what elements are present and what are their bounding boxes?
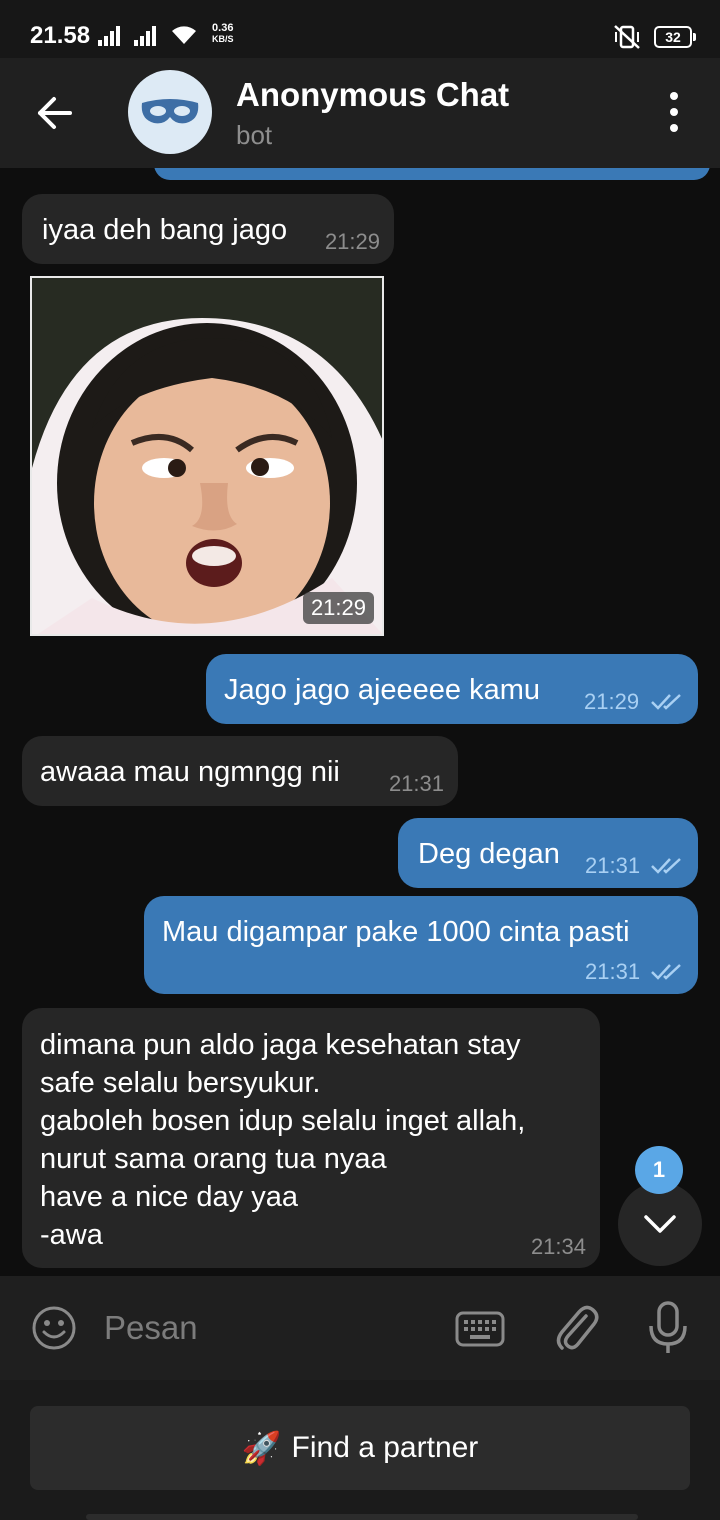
double-check-icon (651, 858, 681, 874)
paperclip-icon (556, 1305, 599, 1350)
message-bubble-outgoing[interactable]: Jago jago ajeeeee kamu 21:29 (206, 654, 698, 724)
more-vertical-icon (670, 92, 678, 100)
message-text: awaaa mau ngmngg nii (40, 756, 340, 788)
message-time: 21:31 (388, 771, 444, 796)
more-vertical-icon-dot (670, 108, 678, 116)
message-bubble-outgoing[interactable]: Deg degan 21:31 (398, 818, 698, 888)
back-button[interactable] (30, 88, 80, 138)
chat-title[interactable]: Anonymous Chat (236, 76, 509, 114)
vibrate-off-icon (614, 25, 640, 49)
message-text: Deg degan (418, 838, 560, 870)
attach-button[interactable] (552, 1302, 600, 1354)
keyboard-icon (455, 1311, 505, 1347)
message-text: Mau digampar pake 1000 cinta pasti (162, 916, 630, 948)
rocket-icon: 🚀 (241, 1430, 282, 1466)
network-speed-value: 0.36 (212, 22, 234, 34)
message-time: 21:31 (585, 959, 641, 984)
voice-record-button[interactable] (644, 1300, 692, 1356)
chat-subtitle: bot (236, 120, 273, 150)
message-bubble-incoming[interactable]: dimana pun aldo jaga kesehatan stay safe… (22, 1008, 600, 1268)
network-speed: 0.36 KB/S (212, 23, 234, 45)
message-list[interactable]: iyaa deh bang jago 21:29 21:29 Jago jago… (0, 168, 720, 1276)
message-time: 21:31 (585, 853, 641, 878)
message-input[interactable] (104, 1304, 424, 1352)
mask-icon (141, 99, 199, 124)
status-time: 21.58 (30, 22, 91, 49)
battery-icon: 32 (654, 26, 696, 48)
bot-keyboard: 🚀 Find a partner (0, 1380, 720, 1520)
sticker-image[interactable]: 21:29 (30, 276, 384, 636)
message-time: 21:29 (584, 689, 640, 714)
more-options-button[interactable] (664, 92, 684, 132)
signal-icon (134, 26, 156, 46)
chat-header: Anonymous Chat bot (0, 58, 720, 168)
message-text: iyaa deh bang jago (42, 214, 288, 246)
message-bubble-incoming[interactable]: iyaa deh bang jago 21:29 (22, 194, 394, 264)
message-text: dimana pun aldo jaga kesehatan stay safe… (40, 1029, 526, 1251)
previous-message-bubble (154, 168, 710, 180)
signal-icon (98, 26, 120, 46)
sticker-face (32, 278, 382, 634)
status-bar: 21.58 0.36 KB/S 32 (0, 0, 720, 58)
unread-badge: 1 (635, 1146, 683, 1194)
microphone-icon (649, 1301, 687, 1353)
smiley-icon (32, 1306, 76, 1350)
find-partner-label: Find a partner (291, 1431, 479, 1464)
message-bubble-outgoing[interactable]: Mau digampar pake 1000 cinta pasti 21:31 (144, 896, 698, 994)
network-speed-unit: KB/S (212, 34, 234, 44)
double-check-icon (651, 694, 681, 710)
scroll-down-button[interactable] (618, 1182, 702, 1266)
bot-keyboard-button[interactable] (454, 1308, 506, 1350)
message-time: 21:29 (302, 592, 374, 624)
message-composer (0, 1276, 720, 1380)
message-bubble-incoming[interactable]: awaaa mau ngmngg nii 21:31 (22, 736, 458, 806)
double-check-icon (651, 964, 681, 980)
signal-icons (98, 24, 198, 46)
keyboard-row-divider (86, 1514, 638, 1520)
avatar[interactable] (128, 70, 212, 154)
message-text: Jago jago ajeeeee kamu (224, 674, 541, 706)
more-vertical-icon-dot (670, 124, 678, 132)
message-time: 21:29 (324, 229, 380, 254)
status-right: 32 (612, 24, 696, 50)
message-time: 21:34 (530, 1234, 586, 1259)
wifi-icon (172, 26, 196, 44)
find-partner-button[interactable]: 🚀 Find a partner (30, 1406, 690, 1490)
arrow-left-icon (38, 97, 72, 129)
emoji-button[interactable] (30, 1304, 78, 1352)
chevron-down-icon (644, 1215, 676, 1233)
